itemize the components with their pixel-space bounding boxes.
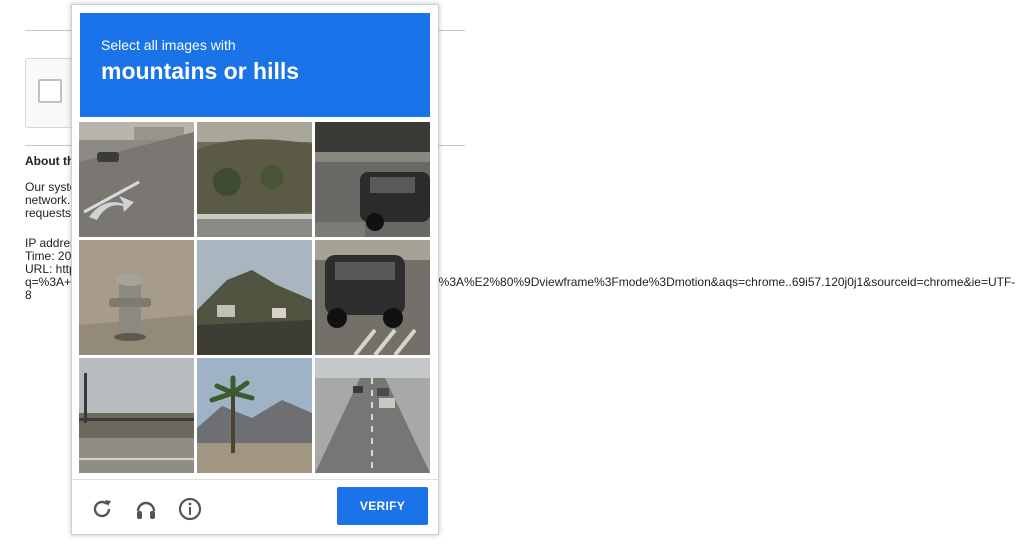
image-tile-9[interactable]: [315, 358, 430, 473]
verify-button[interactable]: VERIFY: [337, 487, 428, 525]
headphones-icon[interactable]: [131, 494, 161, 524]
url-text-tail: rl%3A%E2%80%9Dviewframe%3Fmode%3Dmotion&…: [432, 275, 1016, 289]
image-tile-7[interactable]: [79, 358, 194, 473]
captcha-challenge-dialog: Select all images with mountains or hill…: [71, 4, 439, 535]
image-tile-6[interactable]: [315, 240, 430, 355]
image-grid: [79, 122, 430, 473]
image-tile-8[interactable]: [197, 358, 312, 473]
footer-divider: [72, 479, 438, 480]
image-tile-3[interactable]: [315, 122, 430, 237]
image-tile-4[interactable]: [79, 240, 194, 355]
instruction-text: Select all images with: [101, 37, 236, 53]
about-heading: About th: [25, 154, 75, 168]
image-tile-2[interactable]: [197, 122, 312, 237]
challenge-header: Select all images with mountains or hill…: [80, 13, 430, 117]
target-object-text: mountains or hills: [101, 58, 300, 84]
image-tile-1[interactable]: [79, 122, 194, 237]
reload-icon[interactable]: [87, 494, 117, 524]
image-tile-5[interactable]: [197, 240, 312, 355]
recaptcha-checkbox[interactable]: [38, 79, 62, 103]
challenge-tools: [87, 494, 205, 524]
info-icon[interactable]: [175, 494, 205, 524]
